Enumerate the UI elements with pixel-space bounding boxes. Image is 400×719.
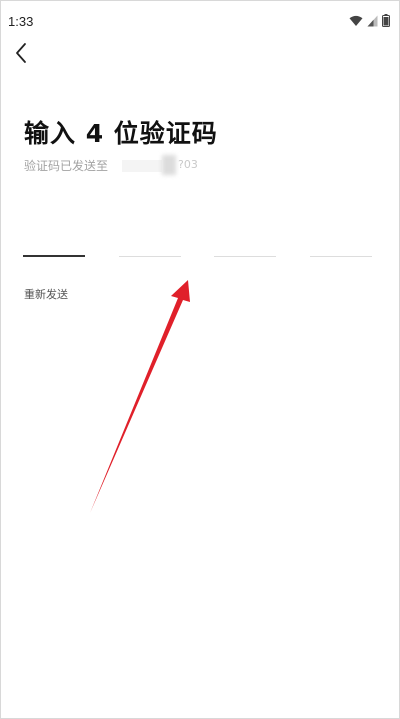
code-slot-2[interactable] [119, 256, 181, 257]
status-time: 1:33 [8, 14, 34, 29]
phone-tail: ?03 [178, 157, 198, 171]
chevron-left-icon [16, 43, 26, 63]
code-slot-3[interactable] [214, 256, 276, 257]
page-title: 输入 4 位验证码 [24, 119, 218, 148]
signal-icon [367, 15, 378, 27]
code-slot-4[interactable] [310, 256, 372, 257]
verification-code-input[interactable] [23, 255, 373, 259]
screen-frame [0, 0, 400, 719]
status-bar: 1:33 [0, 0, 400, 42]
status-icons [349, 14, 390, 27]
code-slot-1[interactable] [23, 255, 85, 257]
subtitle: 验证码已发送至 ?03 [24, 154, 198, 175]
masked-phone-number: ?03 [112, 154, 198, 175]
resend-button[interactable]: 重新发送 [24, 286, 68, 302]
battery-icon [382, 14, 390, 27]
subtitle-prefix: 验证码已发送至 [24, 159, 109, 173]
wifi-icon [349, 15, 363, 27]
back-button[interactable] [8, 40, 34, 66]
